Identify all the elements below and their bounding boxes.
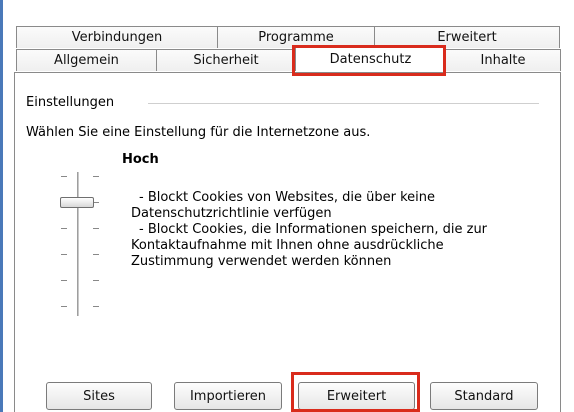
section-title: Einstellungen xyxy=(26,95,115,110)
import-button[interactable]: Importieren xyxy=(174,382,282,410)
tab-datenschutz[interactable]: Datenschutz xyxy=(295,47,446,71)
tab-allgemein[interactable]: Allgemein xyxy=(16,49,157,71)
slider-tick xyxy=(93,306,99,307)
slider-tick xyxy=(61,254,67,255)
sites-button[interactable]: Sites xyxy=(46,382,152,410)
tab-label: Verbindungen xyxy=(71,30,163,45)
tab-label: Erweitert xyxy=(437,30,497,45)
button-label: Sites xyxy=(83,388,115,404)
slider-track[interactable] xyxy=(77,172,79,316)
description-line: Kontaktaufnahme mit Ihnen ohne ausdrückl… xyxy=(131,238,444,253)
privacy-level-title: Hoch xyxy=(122,152,159,167)
tab-verbindungen[interactable]: Verbindungen xyxy=(16,26,218,48)
button-label: Erweitert xyxy=(326,388,387,404)
tab-label: Programme xyxy=(258,30,334,45)
slider-tick xyxy=(61,176,67,177)
tab-inhalte[interactable]: Inhalte xyxy=(445,49,561,71)
section-divider xyxy=(148,103,539,104)
tab-erweitert[interactable]: Erweitert xyxy=(374,26,560,48)
intro-text: Wählen Sie eine Einstellung für die Inte… xyxy=(26,125,371,140)
description-line: Datenschutzrichtlinie verfügen xyxy=(131,206,332,221)
slider-thumb[interactable] xyxy=(60,197,94,208)
privacy-level-slider[interactable] xyxy=(52,166,108,318)
button-label: Importieren xyxy=(189,388,267,404)
description-line: - Blockt Cookies, die Informationen spei… xyxy=(139,222,488,237)
tab-label: Sicherheit xyxy=(193,53,259,68)
tab-sicherheit[interactable]: Sicherheit xyxy=(156,49,296,71)
tab-row-back: Verbindungen Programme Erweitert xyxy=(0,26,574,48)
slider-tick xyxy=(93,176,99,177)
tab-label: Datenschutz xyxy=(329,52,412,67)
default-button[interactable]: Standard xyxy=(430,382,538,410)
slider-tick xyxy=(93,254,99,255)
slider-tick xyxy=(93,280,99,281)
advanced-button[interactable]: Erweitert xyxy=(298,382,415,410)
description-line: Zustimmung verwendet werden können xyxy=(131,254,392,269)
privacy-level-description: - Blockt Cookies von Websites, die über … xyxy=(131,190,521,270)
button-label: Standard xyxy=(454,388,514,404)
slider-tick xyxy=(61,228,67,229)
slider-tick xyxy=(61,280,67,281)
tab-label: Allgemein xyxy=(54,53,119,68)
description-line: - Blockt Cookies von Websites, die über … xyxy=(139,190,435,205)
slider-tick xyxy=(93,228,99,229)
tab-row-front: Allgemein Sicherheit Datenschutz Inhalte xyxy=(0,47,574,71)
slider-tick xyxy=(61,306,67,307)
tab-label: Inhalte xyxy=(480,53,526,68)
tab-programme[interactable]: Programme xyxy=(217,26,375,48)
